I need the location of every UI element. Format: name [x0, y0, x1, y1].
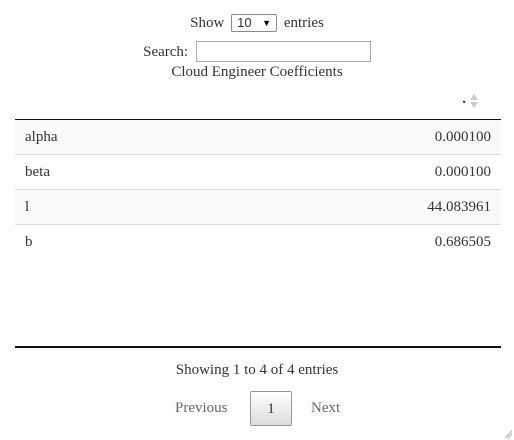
pagination: Previous 1 Next — [0, 391, 514, 427]
row-name-cell: beta — [25, 164, 50, 180]
table-info: Showing 1 to 4 of 4 entries — [175, 362, 339, 378]
row-name-cell: alpha — [25, 129, 58, 145]
search-control: Search: — [0, 41, 514, 63]
row-name-cell: b — [25, 234, 33, 250]
datatable-widget: Show 10 ▼ entries Search: Cloud Engineer… — [0, 0, 514, 440]
length-suffix: entries — [283, 15, 324, 31]
chevron-down-icon: ▼ — [262, 17, 272, 28]
table-header: . — [15, 86, 501, 120]
table-row: l 44.083961 — [15, 190, 501, 225]
column-header-value[interactable]: . — [462, 91, 466, 108]
table-bottom-divider — [15, 346, 501, 348]
previous-page-button[interactable]: Previous — [175, 400, 228, 417]
entries-per-page-select[interactable]: 10 ▼ — [231, 13, 278, 32]
length-prefix: Show — [190, 15, 225, 31]
table-row: alpha 0.000100 — [15, 120, 501, 155]
row-value-cell: 0.686505 — [434, 234, 491, 250]
row-value-cell: 44.083961 — [427, 199, 491, 215]
entries-per-page-value: 10 — [237, 14, 252, 30]
row-name-cell: l — [25, 199, 30, 215]
table-row: beta 0.000100 — [15, 155, 501, 190]
next-page-button[interactable]: Next — [311, 400, 340, 417]
table-body: alpha 0.000100 beta 0.000100 l 44.083961… — [15, 120, 501, 259]
resize-grip-icon[interactable] — [504, 430, 512, 438]
page-1-button[interactable]: 1 — [250, 391, 292, 426]
sort-icon[interactable] — [470, 94, 479, 110]
table-caption: Cloud Engineer Coefficients — [171, 64, 343, 80]
row-value-cell: 0.000100 — [434, 129, 491, 145]
table-row: b 0.686505 — [15, 225, 501, 259]
search-label: Search: — [143, 44, 189, 60]
search-input[interactable] — [195, 41, 371, 63]
length-control: Show 10 ▼ entries — [0, 13, 514, 33]
row-value-cell: 0.000100 — [434, 164, 491, 180]
